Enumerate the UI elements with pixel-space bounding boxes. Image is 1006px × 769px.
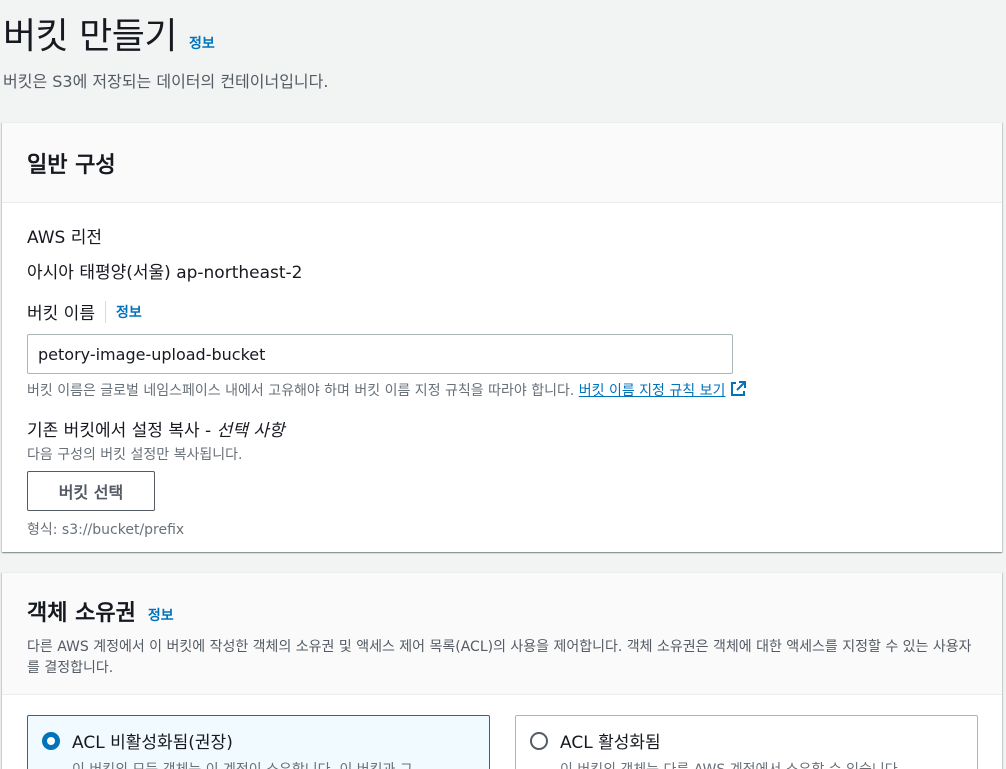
general-panel-body: AWS 리전 아시아 태평양(서울) ap-northeast-2 버킷 이름 … — [2, 223, 1002, 539]
bucket-name-info-link[interactable]: 정보 — [116, 302, 142, 322]
page-title-row: 버킷 만들기 정보 — [3, 12, 1003, 62]
ownership-description: 다른 AWS 계정에서 이 버킷에 작성한 객체의 소유권 및 액세스 제어 목… — [27, 639, 972, 676]
acl-disabled-description: 이 버킷의 모든 객체는 이 계정이 소유합니다. 이 버킷과 그 — [72, 759, 475, 769]
page: 버킷 만들기 정보 버킷은 S3에 저장되는 데이터의 컨테이너입니다. 일반 … — [0, 0, 1006, 769]
bucket-name-label-row: 버킷 이름 정보 — [27, 299, 977, 324]
ownership-title-row: 객체 소유권 정보 — [27, 595, 977, 627]
general-configuration-panel: 일반 구성 AWS 리전 아시아 태평양(서울) ap-northeast-2 … — [2, 122, 1002, 552]
region-value: 아시아 태평양(서울) ap-northeast-2 — [27, 263, 303, 283]
choose-bucket-button[interactable]: 버킷 선택 — [27, 471, 155, 511]
acl-enabled-description: 이 버킷의 객체는 다른 AWS 계정에서 소유할 수 있습니다. — [560, 759, 963, 769]
copy-settings-optional: 선택 사항 — [216, 421, 285, 441]
radio-unselected-icon[interactable] — [530, 731, 548, 750]
acl-disabled-option[interactable]: ACL 비활성화됨(권장) 이 버킷의 모든 객체는 이 계정이 소유합니다. … — [27, 715, 490, 769]
general-panel-title: 일반 구성 — [27, 152, 116, 178]
radio-selected-icon[interactable] — [42, 731, 60, 750]
page-title: 버킷 만들기 — [3, 16, 178, 57]
acl-enabled-option[interactable]: ACL 활성화됨 이 버킷의 객체는 다른 AWS 계정에서 소유할 수 있습니… — [515, 715, 978, 769]
page-info-link[interactable]: 정보 — [189, 33, 215, 53]
copy-settings-description: 다음 구성의 버킷 설정만 복사됩니다. — [27, 447, 243, 463]
ownership-panel-title: 객체 소유권 — [27, 601, 136, 626]
bucket-naming-rules-link-text[interactable]: 버킷 이름 지정 규칙 보기 — [579, 383, 726, 399]
region-label: AWS 리전 — [27, 228, 102, 248]
bucket-name-label: 버킷 이름 — [27, 304, 95, 324]
label-divider — [104, 300, 106, 323]
page-description: 버킷은 S3에 저장되는 데이터의 컨테이너입니다. — [3, 72, 329, 91]
ownership-info-link[interactable]: 정보 — [148, 605, 174, 625]
acl-enabled-row[interactable]: ACL 활성화됨 — [530, 728, 963, 753]
copy-settings-label: 기존 버킷에서 설정 복사 - 선택 사항 — [27, 416, 977, 441]
external-link-icon[interactable] — [729, 380, 747, 402]
general-panel-header: 일반 구성 — [2, 123, 1002, 203]
acl-disabled-row[interactable]: ACL 비활성화됨(권장) — [42, 728, 475, 753]
bucket-naming-rules-link[interactable]: 버킷 이름 지정 규칙 보기 — [579, 380, 748, 402]
page-header: 버킷 만들기 정보 버킷은 S3에 저장되는 데이터의 컨테이너입니다. — [3, 12, 1003, 92]
acl-disabled-label[interactable]: ACL 비활성화됨(권장) — [72, 728, 233, 753]
copy-settings-label-text: 기존 버킷에서 설정 복사 - — [27, 421, 217, 441]
ownership-panel-header: 객체 소유권 정보 다른 AWS 계정에서 이 버킷에 작성한 객체의 소유권 … — [2, 573, 1002, 695]
bucket-name-input[interactable]: petory-image-upload-bucket — [27, 334, 733, 374]
acl-enabled-label[interactable]: ACL 활성화됨 — [560, 728, 661, 753]
bucket-name-hint: 버킷 이름은 글로벌 네임스페이스 내에서 고유해야 하며 버킷 이름 지정 규… — [27, 380, 977, 402]
format-hint: 형식: s3://bucket/prefix — [27, 522, 185, 538]
bucket-name-hint-text: 버킷 이름은 글로벌 네임스페이스 내에서 고유해야 하며 버킷 이름 지정 규… — [27, 383, 575, 399]
object-ownership-panel: 객체 소유권 정보 다른 AWS 계정에서 이 버킷에 작성한 객체의 소유권 … — [2, 572, 1002, 769]
